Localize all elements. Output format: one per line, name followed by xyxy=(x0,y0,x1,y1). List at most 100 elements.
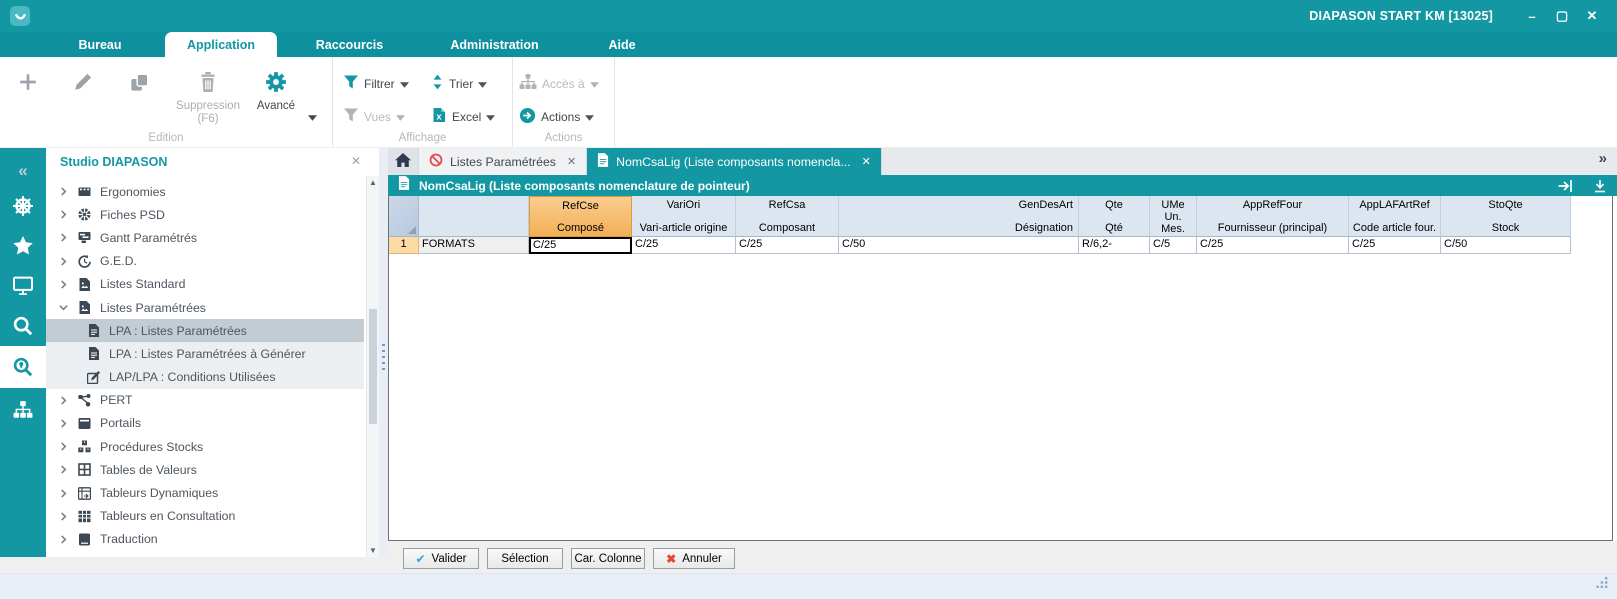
chevron-right-icon[interactable] xyxy=(56,210,70,219)
sidebar-close-icon[interactable]: ✕ xyxy=(351,154,361,168)
menu-tab-raccourcis[interactable]: Raccourcis xyxy=(277,32,422,57)
scroll-down-icon[interactable]: ▼ xyxy=(367,546,379,555)
menu-tab-bureau[interactable]: Bureau xyxy=(35,32,165,57)
column-header-AppRefFour[interactable]: AppRefFour Fournisseur (principal) xyxy=(1197,196,1349,237)
chevron-right-icon[interactable] xyxy=(56,535,70,544)
chevron-right-icon[interactable] xyxy=(56,442,70,451)
tree-item-label: Listes Paramétrées xyxy=(100,300,206,315)
tab-label: NomCsaLig (Liste composants nomencla... xyxy=(616,154,851,169)
chevron-right-icon[interactable] xyxy=(56,280,70,289)
tree-item[interactable]: LPA : Listes Paramétrées à Générer xyxy=(46,342,364,366)
tab-overflow-icon[interactable]: » xyxy=(1599,150,1607,167)
tree-item[interactable]: Procédures Stocks xyxy=(46,435,364,458)
collapse-sidebar-icon[interactable]: « xyxy=(0,156,46,186)
grid-cell[interactable]: C/25 xyxy=(632,237,736,254)
resize-grip-icon[interactable] xyxy=(1596,576,1609,594)
column-header-UMe[interactable]: UMe Un. Mes. xyxy=(1150,196,1197,237)
chevron-right-icon[interactable] xyxy=(56,396,70,405)
grid-cell[interactable]: C/5 xyxy=(1150,237,1197,254)
tree-item[interactable]: Tables de Valeurs xyxy=(46,458,364,481)
chevron-right-icon[interactable] xyxy=(56,465,70,475)
s-lection-button[interactable]: Sélection xyxy=(487,548,563,569)
sort-icon xyxy=(431,74,444,93)
column-header-AppLAFArtRef[interactable]: AppLAFArtRef Code article four. xyxy=(1349,196,1441,237)
document-tab[interactable]: NomCsaLig (Liste composants nomencla... ✕ xyxy=(587,148,882,175)
column-header-RefCse[interactable]: RefCse Composé xyxy=(529,196,632,237)
menu-tab-label: Administration xyxy=(450,37,539,52)
chevron-down-icon[interactable] xyxy=(56,303,70,312)
tree-item[interactable]: Portails xyxy=(46,412,364,435)
tree-item[interactable]: Tableurs en Consultation xyxy=(46,505,364,528)
sidebar-splitter[interactable] xyxy=(379,148,388,557)
sitemap-icon[interactable] xyxy=(0,388,46,432)
grid-cell[interactable]: R/6,2- xyxy=(1079,237,1150,254)
close-icon[interactable]: ✕ xyxy=(1583,7,1601,25)
scroll-up-icon[interactable]: ▲ xyxy=(367,178,379,187)
row-number[interactable]: 1 xyxy=(389,237,419,254)
left-icon-rail: « xyxy=(0,148,46,557)
column-header-blank[interactable] xyxy=(419,196,529,237)
filter-button[interactable]: Filtrer xyxy=(343,67,431,100)
chevron-right-icon[interactable] xyxy=(56,512,70,521)
download-icon[interactable] xyxy=(1593,179,1607,193)
chevron-right-icon[interactable] xyxy=(56,419,70,428)
tree-item[interactable]: Listes Standard xyxy=(46,273,364,296)
star-icon[interactable] xyxy=(0,226,46,266)
maximize-icon[interactable]: ▢ xyxy=(1553,7,1571,25)
table2-icon xyxy=(77,463,92,477)
chevron-right-icon[interactable] xyxy=(56,233,70,243)
menu-tab-application[interactable]: Application xyxy=(165,32,277,57)
valider-button[interactable]: ✔ Valider xyxy=(403,548,479,569)
chevron-right-icon[interactable] xyxy=(56,256,70,266)
tree-item[interactable]: Fiches PSD xyxy=(46,203,364,226)
goto-end-icon[interactable] xyxy=(1557,179,1574,193)
document-tab[interactable]: Listes Paramétrées ✕ xyxy=(419,148,588,175)
grid-cell[interactable]: C/25 xyxy=(1349,237,1441,254)
home-tab[interactable] xyxy=(388,148,419,175)
tab-close-icon[interactable]: ✕ xyxy=(862,155,871,168)
menu-tab-administration[interactable]: Administration xyxy=(422,32,567,57)
tree-item[interactable]: Listes Paramétrées xyxy=(46,296,364,319)
select-all-corner[interactable] xyxy=(389,196,419,237)
tree-item[interactable]: LAP/LPA : Conditions Utilisées xyxy=(46,365,364,389)
actions-button[interactable]: Actions xyxy=(519,100,614,133)
tree-item[interactable]: Traduction xyxy=(46,528,364,551)
grid-cell[interactable]: C/50 xyxy=(1441,237,1571,254)
search-pin-icon[interactable] xyxy=(0,346,46,388)
grid-cell[interactable]: C/25 xyxy=(736,237,839,254)
column-header-VariOri[interactable]: VariOri Vari-article origine xyxy=(632,196,736,237)
car-colonne-button[interactable]: Car. Colonne xyxy=(571,548,645,569)
column-header-GenDesArt[interactable]: GenDesArt Désignation xyxy=(839,196,1079,237)
tree-item-label: Listes Standard xyxy=(100,277,186,292)
excel-button[interactable]: x Excel xyxy=(431,100,519,133)
annuler-button[interactable]: ✖ Annuler xyxy=(653,548,735,569)
tree-item[interactable]: Tableurs Dynamiques xyxy=(46,481,364,504)
grid-cell[interactable]: C/25 xyxy=(1197,237,1349,254)
pencil-icon xyxy=(73,67,93,97)
grid-cell[interactable]: C/50 xyxy=(839,237,1079,254)
menu-tab-aide[interactable]: Aide xyxy=(567,32,677,57)
chevron-right-icon[interactable] xyxy=(56,187,70,196)
tree-item[interactable]: PERT xyxy=(46,389,364,412)
sort-button[interactable]: Trier xyxy=(431,67,519,100)
column-header-StoQte[interactable]: StoQte Stock xyxy=(1441,196,1571,237)
grid-cell-editing[interactable]: C/25 xyxy=(529,237,632,254)
grid-cell[interactable]: FORMATS xyxy=(419,237,529,254)
chevron-right-icon[interactable] xyxy=(56,488,70,498)
tree-item[interactable]: G.E.D. xyxy=(46,250,364,273)
group-label-edition: Edition xyxy=(148,132,184,144)
minimize-icon[interactable]: – xyxy=(1523,7,1541,25)
column-header-Qte[interactable]: Qte Qté xyxy=(1079,196,1150,237)
scrollbar-thumb[interactable] xyxy=(369,309,377,424)
sidebar-scrollbar[interactable]: ▲ ▼ xyxy=(366,176,379,557)
column-label: Qté xyxy=(1105,222,1123,234)
tab-close-icon[interactable]: ✕ xyxy=(567,155,576,168)
tree-item[interactable]: Ergonomies xyxy=(46,180,364,203)
tree-item[interactable]: LPA : Listes Paramétrées xyxy=(46,319,364,343)
monitor-icon[interactable] xyxy=(0,266,46,306)
column-header-RefCsa[interactable]: RefCsa Composant xyxy=(736,196,839,237)
tree-item[interactable]: Gantt Paramétrés xyxy=(46,226,364,249)
tree-item-label: Gantt Paramétrés xyxy=(100,230,198,245)
search-icon[interactable] xyxy=(0,306,46,346)
helm-icon[interactable] xyxy=(0,186,46,226)
